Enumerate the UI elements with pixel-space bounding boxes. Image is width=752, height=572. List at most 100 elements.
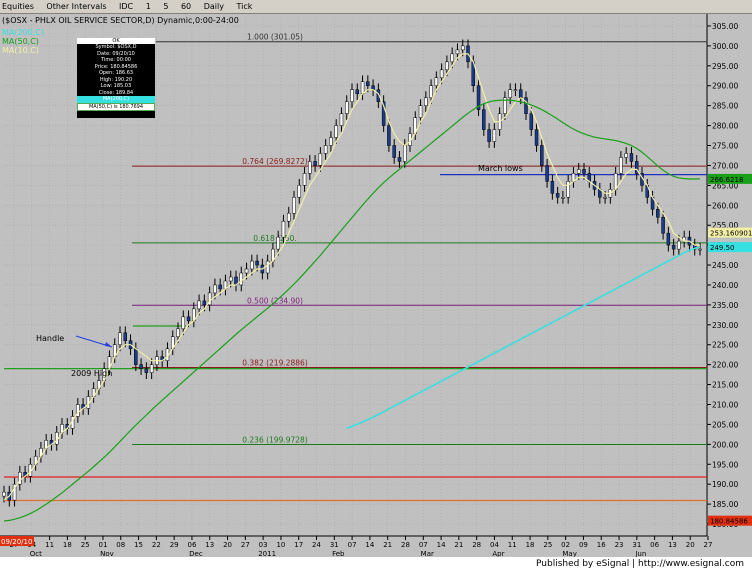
price-bar-body [308,161,312,174]
annotation-handle: Handle [36,334,64,343]
date-tick-label: 21 [454,541,463,549]
price-tick-label: 230.00 [712,321,738,330]
data-window-ma50: MA(50,C) is 180.7694 [77,102,155,111]
date-tick-label: 27 [704,541,713,549]
price-tag-label: 266.6218 [710,176,743,184]
annotation-march-lows: March lows [478,164,523,173]
price-bar-body [656,209,660,218]
price-bar-body [529,113,534,130]
price-bar-body [566,181,570,198]
month-label: Feb [332,550,345,557]
price-bar-body [619,157,623,174]
fib-label: 0.382 (219.2886) [242,358,308,367]
legend-ma200: MA(200,C) [2,28,44,37]
price-tick-label: 225.00 [712,341,738,350]
toolbar-item-idc[interactable]: IDC [117,0,135,14]
price-bar-body [387,125,391,146]
price-bar-body [545,165,549,182]
price-bar-body [540,145,544,166]
price-bar-body [355,89,360,94]
price-bar-body [392,145,396,158]
month-label: Mar [421,550,434,557]
date-tick-label: 23 [615,541,624,549]
toolbar-item-daily[interactable]: Daily [202,0,226,14]
date-tick-label: 28 [401,541,410,549]
price-bar-body [450,53,454,63]
price-bar-body [302,173,307,186]
price-bar-body [244,268,249,274]
price-bar-body [460,45,465,51]
price-tick-label: 210.00 [712,400,738,409]
price-bar-body [344,101,349,114]
date-tick-label: 06 [187,541,196,549]
month-label: Oct [30,550,42,557]
price-bar-body [313,161,317,166]
price-tick-label: 215.00 [712,381,738,390]
data-window: OK Symbol: $OSX,D Date: 09/20/10 Time: 0… [76,37,156,119]
date-tick-label: 04 [490,541,499,549]
price-bar-body [281,220,286,238]
toolbar-item-1[interactable]: 1 [144,0,153,14]
month-label: Apr [492,550,504,557]
footer-date-tag: 09/20/10 [1,538,32,546]
price-bar-body [350,89,354,102]
date-tick-label: 27 [241,541,250,549]
fib-label: 0.500 (234.90) [247,296,303,305]
fib-label: 1.000 (301.05) [247,33,303,42]
toolbar-item-tick[interactable]: Tick [235,0,255,14]
price-tick-label: 280.00 [712,122,738,131]
price-bar-body [323,145,328,154]
month-label: May [562,550,576,557]
price-bar-body [292,197,296,214]
price-bar-body [677,240,681,250]
price-bar-body [524,97,528,114]
toolbar-item-60[interactable]: 60 [179,0,193,14]
price-bar-body [318,153,323,166]
legend-ma50: MA(50,C) [2,37,39,46]
price-bar-body [555,193,560,198]
price-tick-label: 245.00 [712,261,738,270]
price-tag-label: 180.84586 [710,518,748,526]
price-bar-body [439,69,444,79]
date-tick-label: 11 [508,541,517,549]
date-tick-label: 20 [686,541,695,549]
price-tick-label: 220.00 [712,361,738,370]
price-bar-body [239,272,244,286]
price-bar-body [250,260,254,270]
toolbar-item-equities[interactable]: Equities [0,0,36,14]
price-bar-body [561,197,565,199]
legend-ma10: MA(10,C) [2,46,39,55]
price-bar-body [366,81,370,86]
price-bar-body [671,244,676,250]
price-bar-body [329,137,333,146]
price-bar-body [397,157,402,162]
date-tick-label: 07 [348,541,357,549]
date-tick-label: 07 [419,541,428,549]
fib-label: 0.764 (269.8272) [242,157,308,166]
price-bar-body [123,332,128,341]
month-label: Nov [100,550,114,557]
date-tick-label: 18 [63,541,72,549]
price-bar-body [149,364,154,373]
date-tick-label: 25 [543,541,552,549]
date-tick-label: 20 [223,541,232,549]
date-tick-label: 31 [632,541,641,549]
price-bar-body [603,197,607,199]
price-bar-body [534,129,539,146]
price-bar-body [181,316,186,330]
price-bar-body [429,85,433,98]
price-tick-label: 195.00 [712,460,738,469]
price-tick-label: 185.00 [712,500,738,509]
price-tag-label: 253.160901 [710,230,752,238]
toolbar-item-other-intervals[interactable]: Other Intervals [44,0,108,14]
date-tick-label: 14 [437,541,446,549]
date-tick-label: 17 [294,541,303,549]
price-tick-label: 275.00 [712,142,738,151]
price-tick-label: 290.00 [712,82,738,91]
month-label: 2011 [258,550,276,557]
toolbar-item-5[interactable]: 5 [161,0,170,14]
price-bar-body [518,89,523,98]
date-tick-label: 22 [152,541,161,549]
date-tick-label: 14 [365,541,374,549]
price-bar-body [276,236,280,250]
